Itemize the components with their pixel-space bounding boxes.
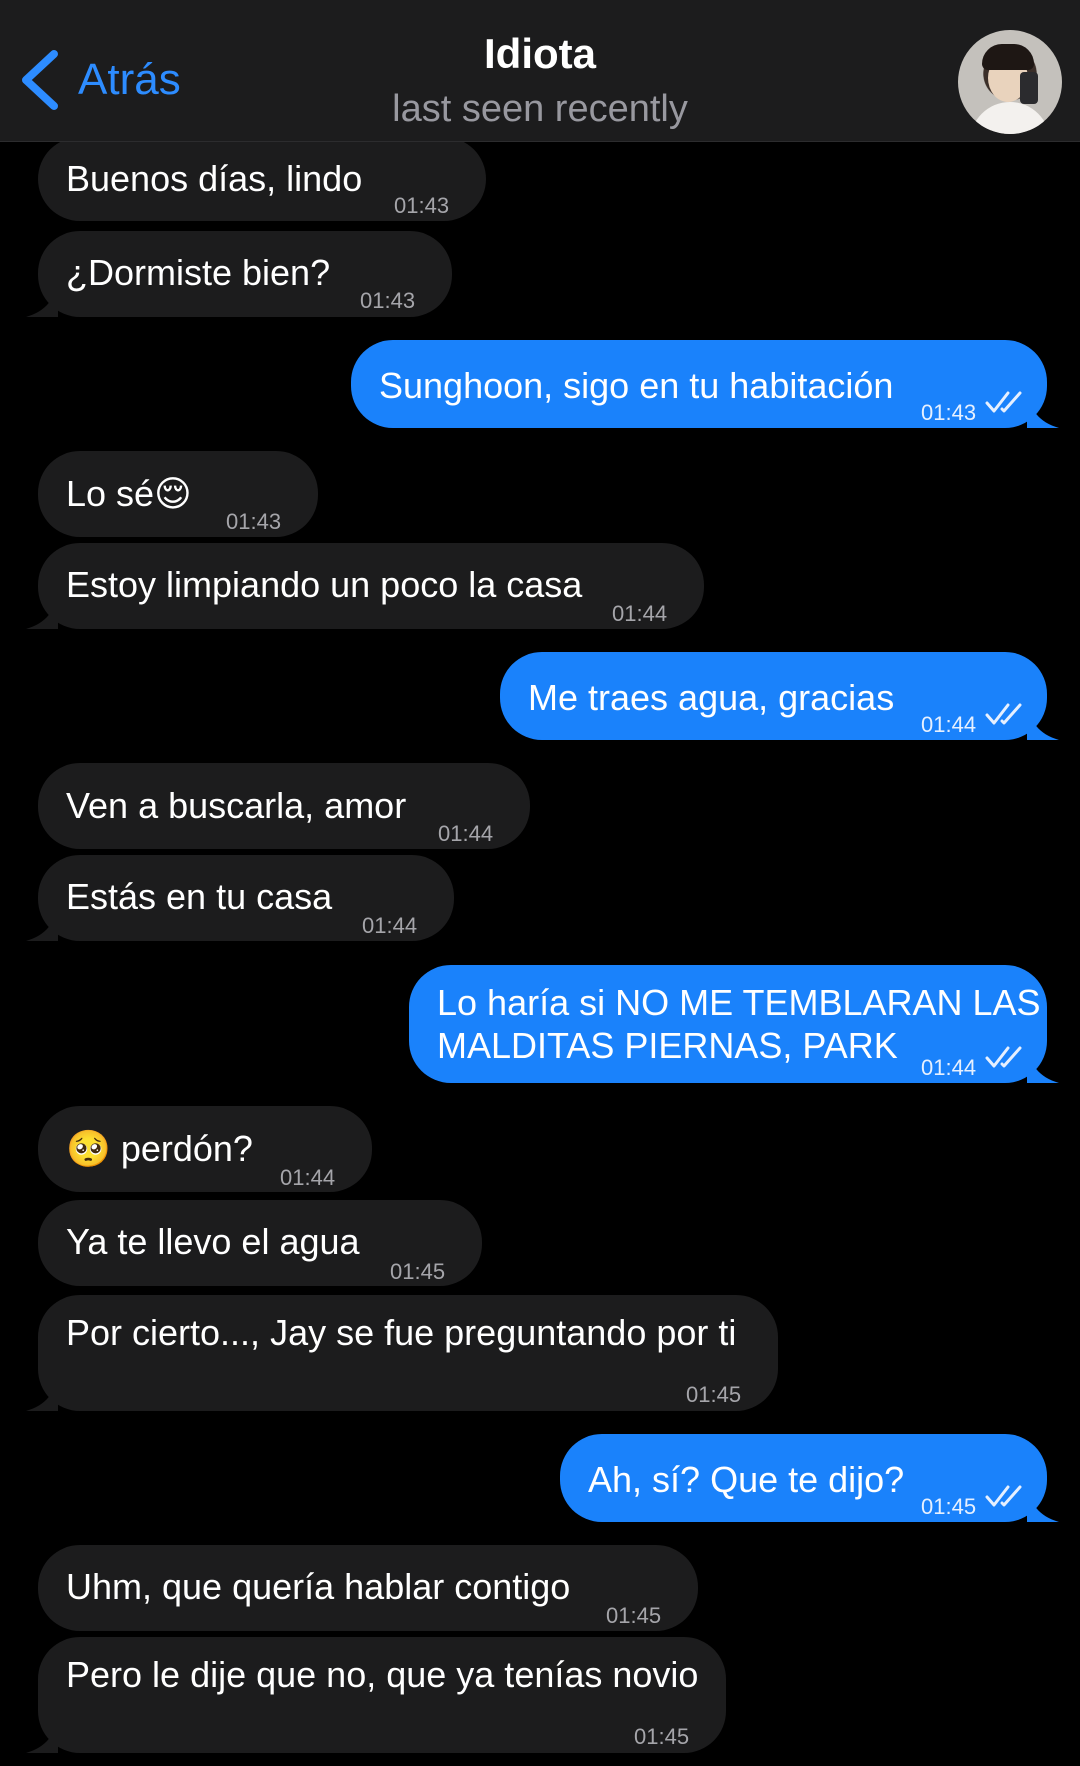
message-text: Me traes agua, gracias <box>528 677 895 718</box>
message-outgoing[interactable]: Lo haría si NO ME TEMBLARAN LAS MALDITAS… <box>409 965 1059 1083</box>
message-time: 01:43 <box>226 509 282 534</box>
message-time: 01:45 <box>390 1259 446 1284</box>
last-seen-status: last seen recently <box>392 88 688 130</box>
avatar-shirt <box>970 102 1050 134</box>
bubble-tail <box>26 1371 58 1411</box>
bubble-tail <box>26 901 58 941</box>
message-text: Por cierto..., Jay se fue preguntando po… <box>66 1312 737 1353</box>
bubble-tail <box>26 589 58 629</box>
message-outgoing[interactable]: Sunghoon, sigo en tu habitación 01:43 <box>351 340 1059 428</box>
message-bubble: Por cierto..., Jay se fue preguntando po… <box>26 1295 778 1411</box>
message-incoming[interactable]: 🥺 perdón? 01:44 <box>38 1106 372 1192</box>
contact-avatar[interactable] <box>958 30 1062 134</box>
message-bubble: Estoy limpiando un poco la casa 01:44 <box>26 543 704 629</box>
bubble-tail <box>26 277 58 317</box>
message-time: 01:44 <box>612 601 668 626</box>
avatar-hair <box>982 44 1034 70</box>
message-bubble: Lo sé😌 01:43 <box>38 451 318 537</box>
message-text: Buenos días, lindo <box>66 158 363 199</box>
message-incoming[interactable]: Lo sé😌 01:43 <box>38 451 318 537</box>
message-time: 01:45 <box>606 1603 662 1628</box>
message-text: Ven a buscarla, amor <box>66 785 407 826</box>
chat-header: Atrás Idiota last seen recently <box>0 0 1080 142</box>
message-text: Pero le dije que no, que ya tenías novio <box>66 1654 699 1695</box>
double-check-icon <box>985 1046 1022 1068</box>
message-text: Ah, sí? Que te dijo? <box>588 1459 905 1500</box>
message-text: Uhm, que quería hablar contigo <box>66 1566 571 1607</box>
message-incoming[interactable]: Estoy limpiando un poco la casa 01:44 <box>26 543 704 629</box>
bubble-tail <box>1027 1043 1059 1083</box>
message-bubble: Ya te llevo el agua 01:45 <box>38 1200 482 1286</box>
message-time: 01:44 <box>362 913 418 938</box>
message-time: 01:44 <box>921 712 977 737</box>
message-bubble: ¿Dormiste bien? 01:43 <box>26 231 452 317</box>
message-incoming[interactable]: Estás en tu casa 01:44 <box>26 855 454 941</box>
message-time: 01:43 <box>394 193 450 218</box>
message-text: Estás en tu casa <box>66 876 333 917</box>
message-text-line: Lo haría si NO ME TEMBLARAN LAS <box>437 982 1041 1023</box>
message-time: 01:43 <box>921 400 977 425</box>
message-time: 01:44 <box>280 1165 336 1190</box>
message-bubble: Sunghoon, sigo en tu habitación 01:43 <box>351 340 1059 428</box>
message-time: 01:45 <box>634 1724 690 1749</box>
message-bubble: 🥺 perdón? 01:44 <box>38 1106 372 1192</box>
message-bubble: Me traes agua, gracias 01:44 <box>500 652 1059 740</box>
message-text: Sunghoon, sigo en tu habitación <box>379 365 894 406</box>
message-bubble: Uhm, que quería hablar contigo 01:45 <box>38 1545 698 1631</box>
message-time: 01:43 <box>360 288 416 313</box>
message-incoming[interactable]: Por cierto..., Jay se fue preguntando po… <box>26 1295 778 1411</box>
message-incoming[interactable]: ¿Dormiste bien? 01:43 <box>26 231 452 317</box>
message-time: 01:44 <box>438 821 494 846</box>
message-incoming[interactable]: Ven a buscarla, amor 01:44 <box>38 763 530 849</box>
message-time: 01:44 <box>921 1055 977 1080</box>
message-text-line: MALDITAS PIERNAS, PARK <box>437 1025 898 1066</box>
message-time: 01:45 <box>686 1382 742 1407</box>
message-bubble: Buenos días, lindo 01:43 <box>38 137 486 221</box>
double-check-icon <box>985 391 1022 413</box>
message-text: 🥺 perdón? <box>66 1128 253 1169</box>
message-incoming[interactable]: Pero le dije que no, que ya tenías novio… <box>26 1637 726 1753</box>
bubble-tail <box>1027 388 1059 428</box>
message-time: 01:45 <box>921 1494 977 1519</box>
message-incoming[interactable]: Ya te llevo el agua 01:45 <box>38 1200 482 1286</box>
message-bubble: Ven a buscarla, amor 01:44 <box>38 763 530 849</box>
bubble-tail <box>26 1713 58 1753</box>
message-bubble: Ah, sí? Que te dijo? 01:45 <box>560 1434 1059 1522</box>
message-text: Lo sé😌 <box>66 473 192 514</box>
bubble-tail <box>1027 700 1059 740</box>
double-check-icon <box>985 703 1022 725</box>
chat-title[interactable]: Idiota <box>0 30 1080 78</box>
double-check-icon <box>985 1485 1022 1507</box>
message-outgoing[interactable]: Me traes agua, gracias 01:44 <box>500 652 1059 740</box>
message-text: Estoy limpiando un poco la casa <box>66 564 583 605</box>
message-bubble: Lo haría si NO ME TEMBLARAN LAS MALDITAS… <box>409 965 1059 1083</box>
message-bubble: Estás en tu casa 01:44 <box>26 855 454 941</box>
bubble-tail <box>1027 1482 1059 1522</box>
message-incoming[interactable]: Buenos días, lindo 01:43 <box>38 137 486 221</box>
avatar-phone <box>1020 72 1038 104</box>
message-text: Ya te llevo el agua <box>66 1221 360 1262</box>
message-incoming[interactable]: Uhm, que quería hablar contigo 01:45 <box>38 1545 698 1631</box>
message-bubble: Pero le dije que no, que ya tenías novio… <box>26 1637 726 1753</box>
message-text: ¿Dormiste bien? <box>66 252 331 293</box>
message-outgoing[interactable]: Ah, sí? Que te dijo? 01:45 <box>560 1434 1059 1522</box>
